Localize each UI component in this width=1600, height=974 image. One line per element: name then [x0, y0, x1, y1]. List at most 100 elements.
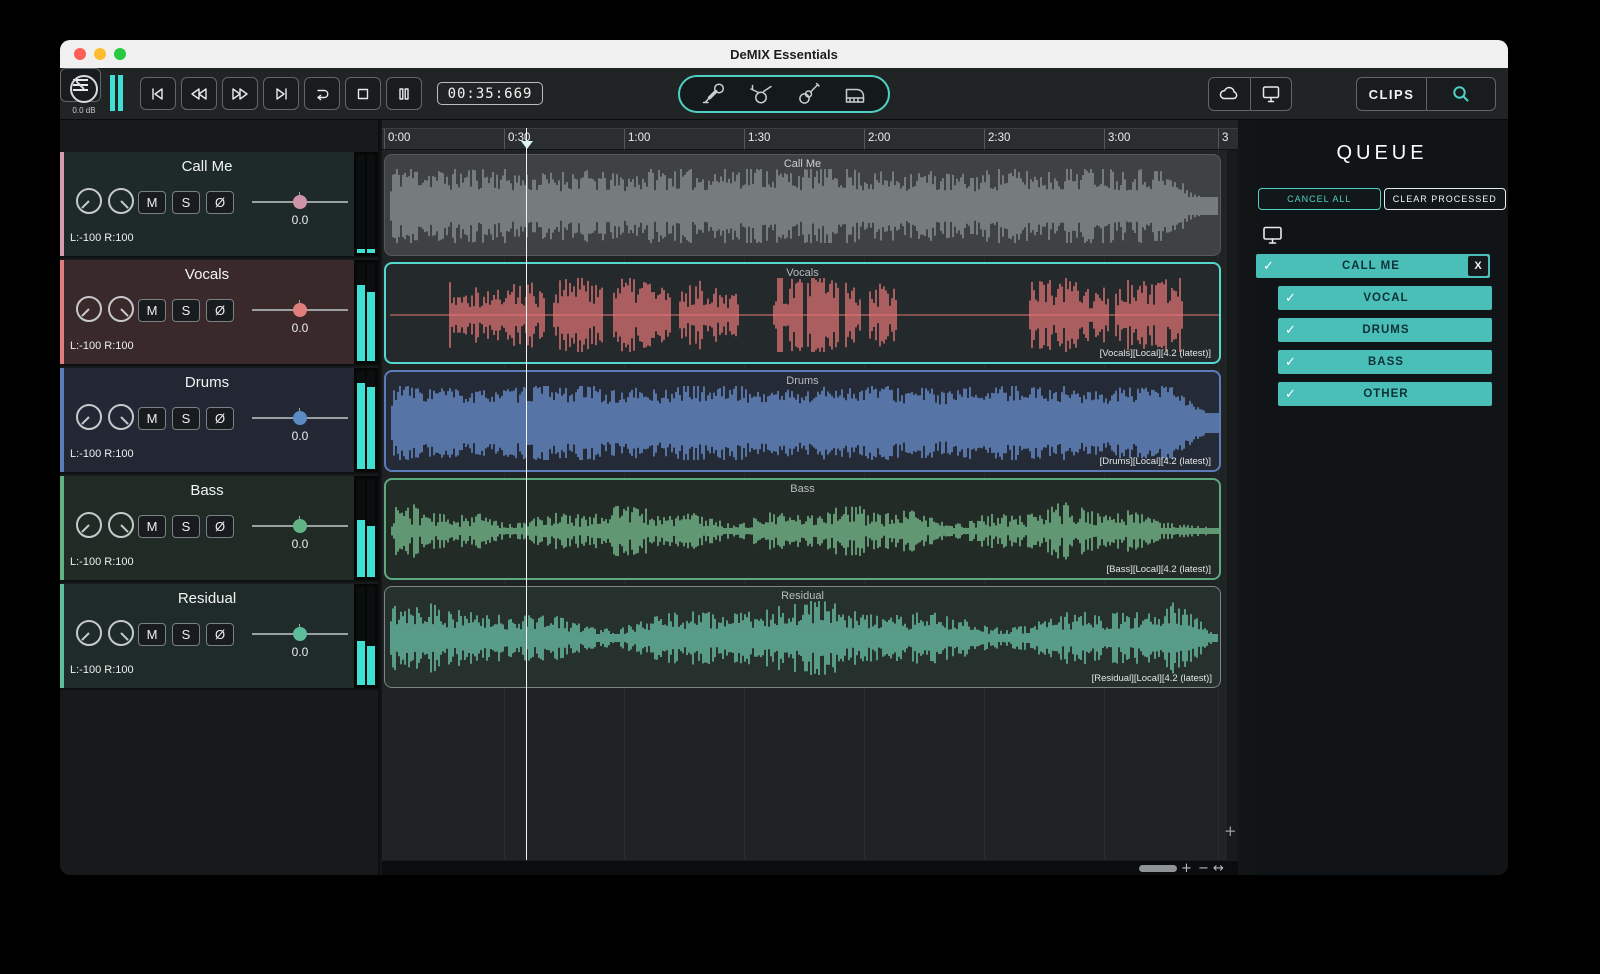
mute-button[interactable]: M — [138, 515, 166, 538]
skip-start-button[interactable] — [140, 77, 176, 110]
solo-button[interactable]: S — [172, 515, 200, 538]
track-header: Call Me M S Ø 0.0 L:-100 R:100 — [60, 152, 378, 258]
remove-job-button[interactable]: X — [1468, 256, 1488, 276]
skip-end-icon — [276, 87, 287, 100]
vertical-scroll-strip[interactable] — [1227, 150, 1238, 860]
pan-right-knob[interactable] — [108, 188, 134, 214]
solo-button[interactable]: S — [172, 623, 200, 646]
arrangement-area: 0:00 0:30 1:00 1:30 2:00 2:30 3:00 3 Call Me Vo… — [382, 120, 1238, 875]
skip-start-icon — [152, 87, 163, 100]
volume-slider-thumb[interactable] — [293, 519, 307, 533]
gain-value: 0.0 — [291, 537, 309, 551]
loop-button[interactable] — [304, 77, 340, 110]
queue-job-label: CALL ME — [1342, 260, 1400, 272]
pan-right-knob[interactable] — [108, 296, 134, 322]
pan-left-knob[interactable] — [76, 188, 102, 214]
zoom-window-button[interactable] — [114, 48, 126, 60]
minimize-window-button[interactable] — [94, 48, 106, 60]
phase-button[interactable]: Ø — [206, 515, 234, 538]
timeline-ruler[interactable]: 0:00 0:30 1:00 1:30 2:00 2:30 3:00 3 — [382, 128, 1238, 150]
skip-end-button[interactable] — [263, 77, 299, 110]
zoom-out-button[interactable]: − — [1198, 861, 1209, 875]
queue-job-row[interactable]: ✓ CALL ME X — [1256, 254, 1490, 278]
volume-slider-thumb[interactable] — [293, 303, 307, 317]
pan-left-knob[interactable] — [76, 296, 102, 322]
pan-right-knob[interactable] — [108, 620, 134, 646]
pan-left-knob[interactable] — [76, 512, 102, 538]
stop-icon — [357, 88, 369, 99]
search-button[interactable] — [1426, 78, 1495, 110]
mute-button[interactable]: M — [138, 299, 166, 322]
volume-slider[interactable] — [252, 622, 348, 646]
horizontal-scrollbar[interactable]: + − ↔ — [382, 860, 1238, 875]
solo-button[interactable]: S — [172, 191, 200, 214]
microphone-icon[interactable] — [697, 79, 731, 109]
queue-stem-row[interactable]: ✓ VOCAL — [1278, 286, 1492, 310]
track-level-meter — [354, 476, 378, 580]
fast-forward-button[interactable] — [222, 77, 258, 110]
local-processing-button[interactable] — [1249, 78, 1291, 110]
mute-button[interactable]: M — [138, 623, 166, 646]
cancel-all-button[interactable]: CANCEL ALL — [1258, 188, 1381, 210]
track-header: Bass M S Ø 0.0 L:-100 R:100 — [60, 476, 378, 582]
clips-button[interactable]: CLIPS — [1357, 78, 1426, 110]
master-gain-knob[interactable] — [70, 75, 98, 103]
drums-icon[interactable] — [744, 79, 778, 109]
solo-button[interactable]: S — [172, 299, 200, 322]
cloud-processing-button[interactable] — [1209, 78, 1250, 110]
audio-clip[interactable]: Vocals [Vocals][Local][4.2 (latest)] — [384, 262, 1221, 364]
pan-right-knob[interactable] — [108, 512, 134, 538]
audio-clip[interactable]: Call Me — [384, 154, 1221, 256]
clips-button-label: CLIPS — [1368, 86, 1415, 102]
scrollbar-thumb[interactable] — [1139, 865, 1177, 872]
stop-button[interactable] — [345, 77, 381, 110]
zoom-in-button[interactable]: + — [1181, 861, 1192, 875]
clip-source-label: [Residual][Local][4.2 (latest)] — [1091, 673, 1212, 684]
phase-button[interactable]: Ø — [206, 191, 234, 214]
phase-button[interactable]: Ø — [206, 299, 234, 322]
timeline-tick-label: 3:00 — [1108, 132, 1131, 144]
volume-slider-thumb[interactable] — [293, 627, 307, 641]
piano-icon[interactable] — [838, 79, 872, 109]
volume-slider[interactable] — [252, 406, 348, 430]
track-header-panel: Call Me M S Ø 0.0 L:-100 R:100 Vocals M … — [60, 120, 380, 875]
cloud-icon — [1220, 86, 1238, 100]
rewind-button[interactable] — [181, 77, 217, 110]
waveform — [391, 386, 1219, 460]
pan-left-knob[interactable] — [76, 404, 102, 430]
volume-slider-thumb[interactable] — [293, 411, 307, 425]
playhead[interactable] — [525, 128, 528, 860]
volume-slider[interactable] — [252, 298, 348, 322]
pause-button[interactable] — [386, 77, 422, 110]
guitar-icon[interactable] — [791, 79, 825, 109]
queue-stem-row[interactable]: ✓ OTHER — [1278, 382, 1492, 406]
timeline-tick-label: 3 — [1222, 132, 1229, 144]
phase-button[interactable]: Ø — [206, 623, 234, 646]
clear-processed-button[interactable]: CLEAR PROCESSED — [1383, 188, 1506, 210]
volume-slider-thumb[interactable] — [293, 195, 307, 209]
volume-slider[interactable] — [252, 514, 348, 538]
audio-clip[interactable]: Residual [Residual][Local][4.2 (latest)] — [384, 586, 1221, 688]
zoom-fit-button[interactable]: ↔ — [1213, 861, 1224, 875]
close-window-button[interactable] — [74, 48, 86, 60]
vertical-zoom-button[interactable]: + — [1224, 822, 1237, 840]
volume-slider[interactable] — [252, 190, 348, 214]
audio-clip[interactable]: Drums [Drums][Local][4.2 (latest)] — [384, 370, 1221, 472]
playhead-marker[interactable] — [520, 141, 533, 149]
clip-source-label: [Drums][Local][4.2 (latest)] — [1099, 456, 1211, 467]
pan-right-knob[interactable] — [108, 404, 134, 430]
track-header: Vocals M S Ø 0.0 L:-100 R:100 — [60, 260, 378, 366]
phase-button[interactable]: Ø — [206, 407, 234, 430]
queue-stem-row[interactable]: ✓ BASS — [1278, 350, 1492, 374]
pan-left-knob[interactable] — [76, 620, 102, 646]
audio-clip[interactable]: Bass [Bass][Local][4.2 (latest)] — [384, 478, 1221, 580]
solo-button[interactable]: S — [172, 407, 200, 430]
waveform — [390, 169, 1218, 243]
mute-button[interactable]: M — [138, 407, 166, 430]
mute-button[interactable]: M — [138, 191, 166, 214]
track-level-meter — [354, 152, 378, 256]
track-level-meter — [354, 368, 378, 472]
timeline-tick: 0:00 — [384, 129, 410, 149]
queue-stem-row[interactable]: ✓ DRUMS — [1278, 318, 1492, 342]
track-header: Drums M S Ø 0.0 L:-100 R:100 — [60, 368, 378, 474]
